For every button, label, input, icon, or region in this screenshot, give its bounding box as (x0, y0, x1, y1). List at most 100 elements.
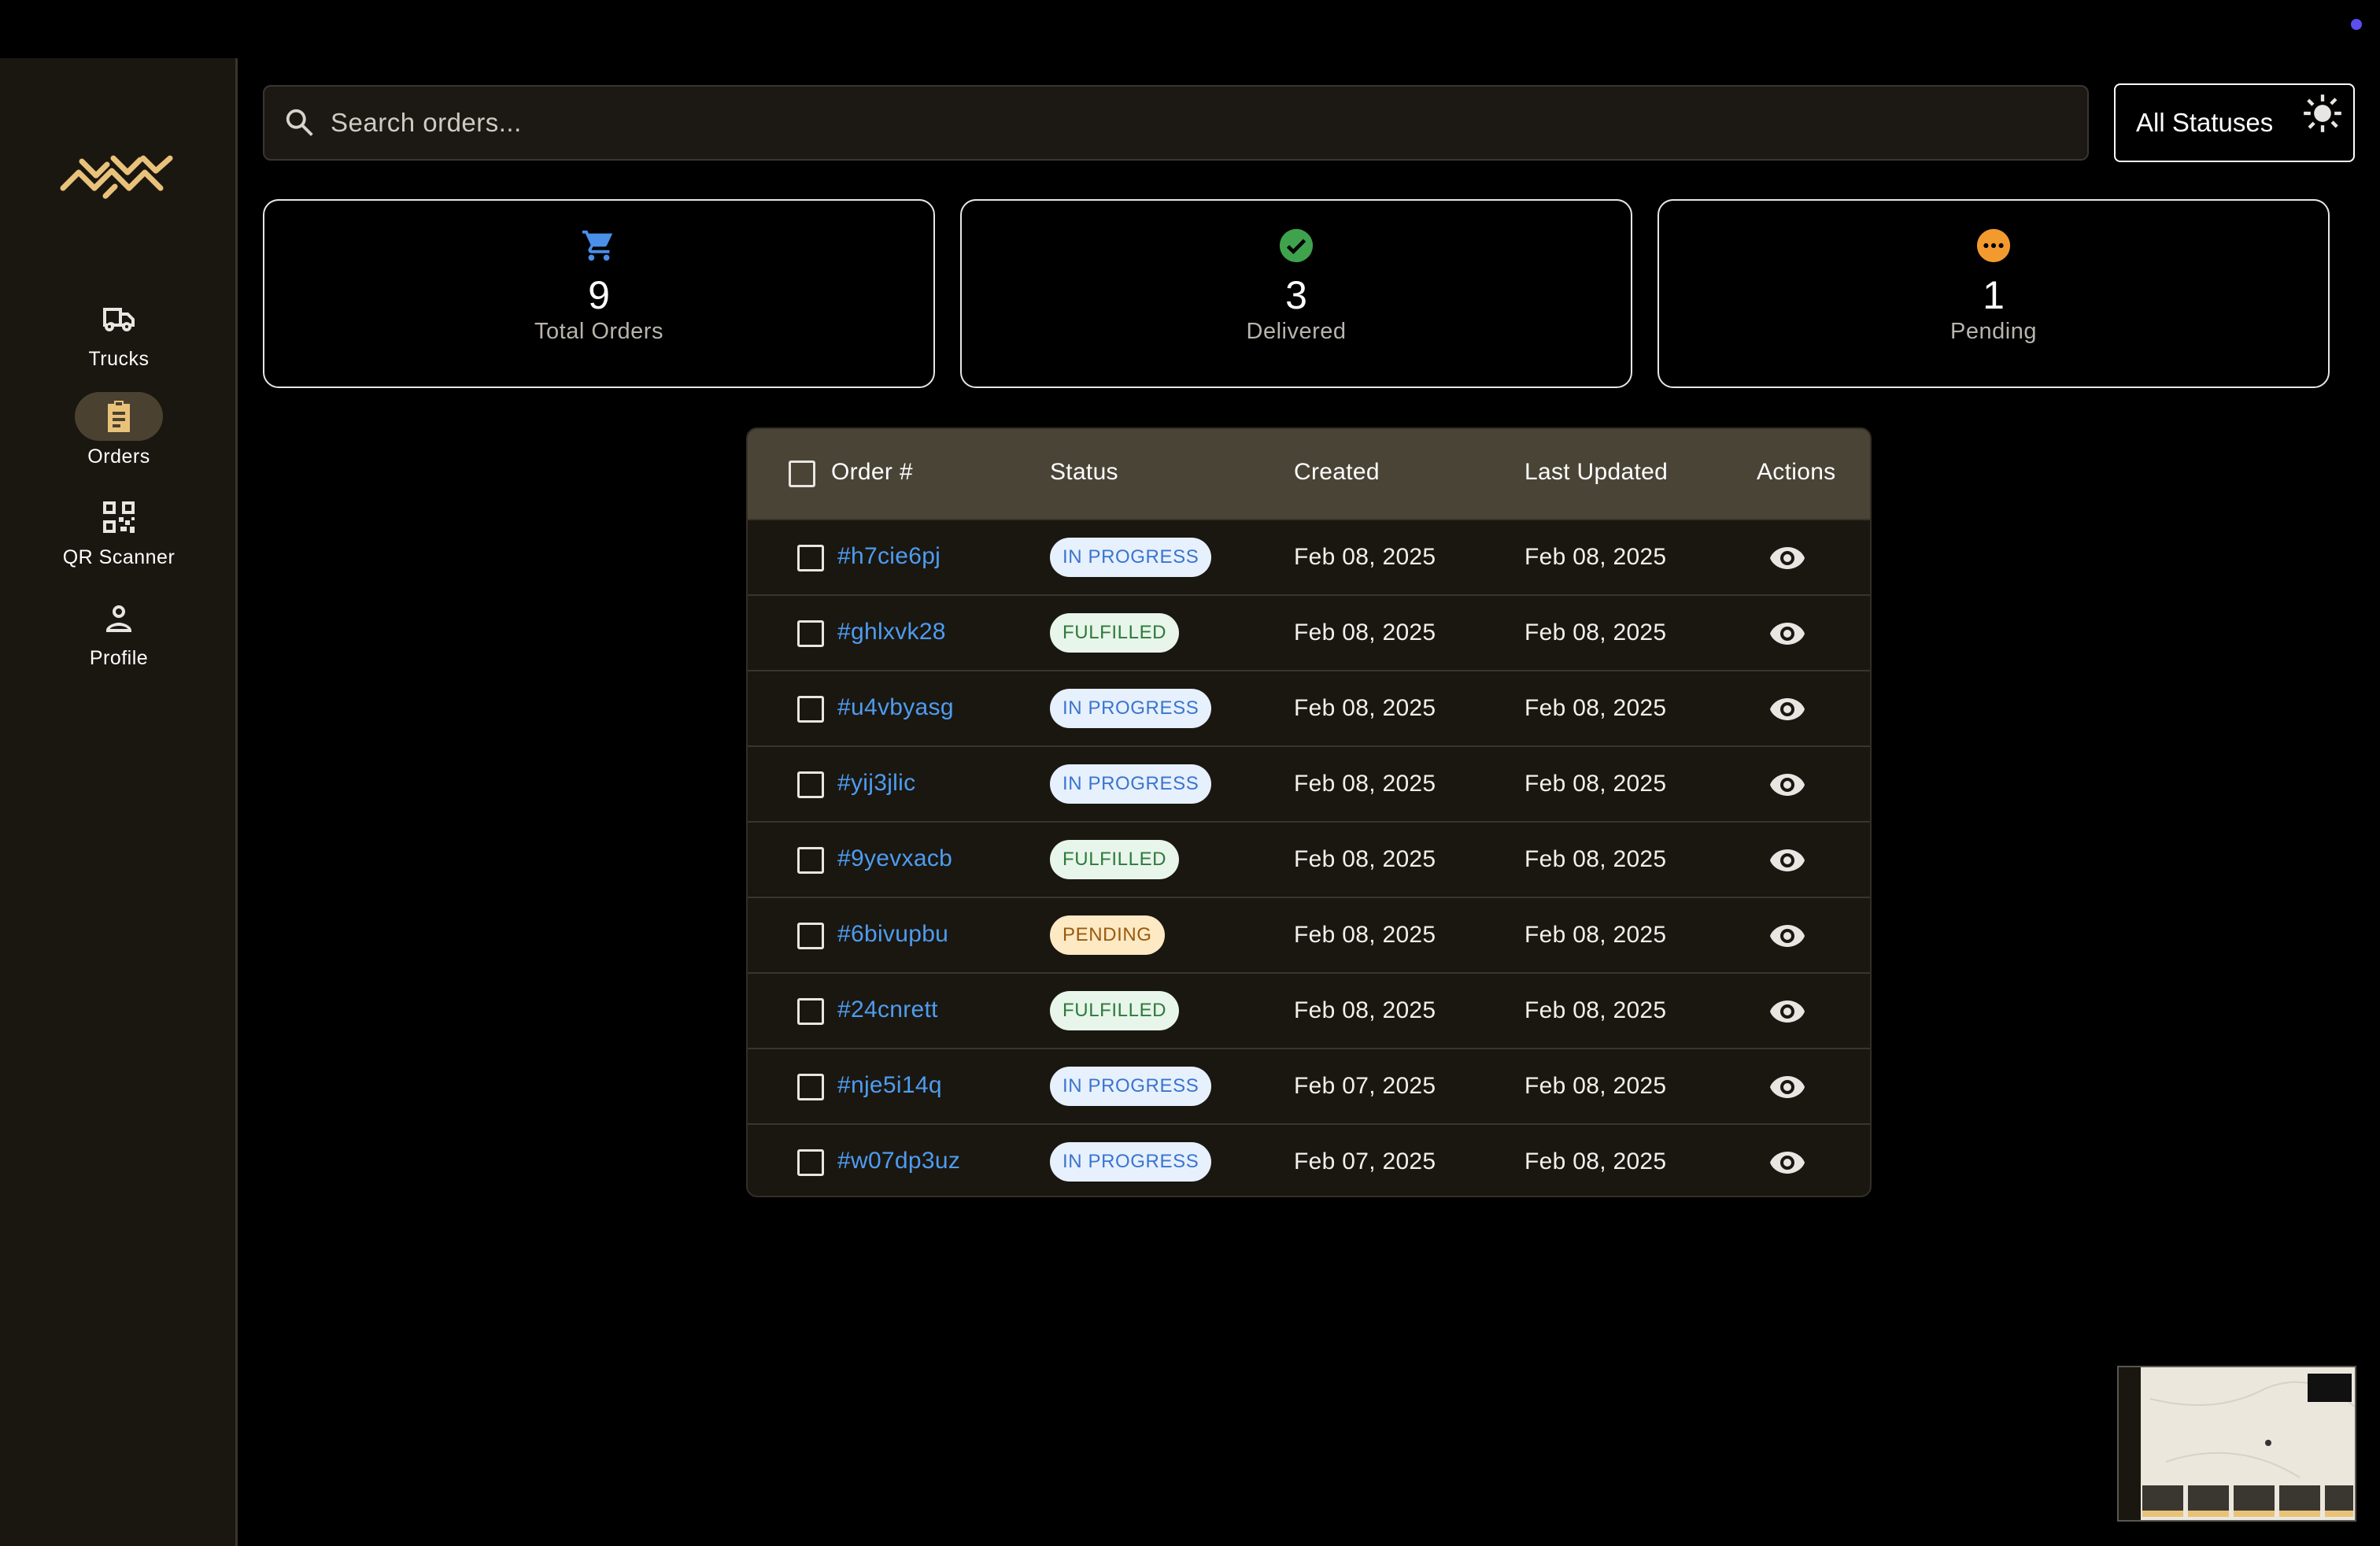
order-id-link[interactable]: #h7cie6pj (837, 543, 941, 570)
created-date: Feb 07, 2025 (1294, 1073, 1436, 1099)
stat-label: Delivered (1246, 319, 1347, 344)
sidebar: Trucks Orders QR Scanner Profile (0, 58, 238, 1546)
row-checkbox[interactable] (797, 998, 824, 1025)
status-badge: IN PROGRESS (1050, 1067, 1212, 1106)
updated-date: Feb 08, 2025 (1524, 620, 1667, 645)
created-date: Feb 08, 2025 (1294, 620, 1436, 645)
stat-card-pending: 1 Pending (1658, 199, 2330, 388)
order-id-link[interactable]: #6bivupbu (837, 921, 948, 948)
table-row[interactable]: #ghlxvk28 FULFILLED Feb 08, 2025 Feb 08, 20… (748, 594, 1870, 670)
sidebar-item-orders[interactable]: Orders (0, 392, 238, 479)
order-id-link[interactable]: #u4vbyasg (837, 694, 954, 721)
row-checkbox[interactable] (797, 620, 824, 647)
eye-icon[interactable] (1768, 769, 1806, 801)
table-row[interactable]: #nje5i14q IN PROGRESS Feb 07, 2025 Feb 08, … (748, 1048, 1870, 1123)
sidebar-item-qr-scanner[interactable]: QR Scanner (0, 493, 238, 579)
qr-code-icon (103, 501, 135, 533)
sun-icon[interactable] (2302, 93, 2343, 134)
order-id-link[interactable]: #w07dp3uz (837, 1148, 960, 1174)
eye-icon[interactable] (1768, 996, 1806, 1027)
row-checkbox[interactable] (797, 771, 824, 798)
updated-date: Feb 08, 2025 (1524, 1073, 1667, 1099)
status-badge: IN PROGRESS (1050, 1142, 1212, 1182)
brand-logo (60, 155, 173, 199)
table-row[interactable]: #24cnrett FULFILLED Feb 08, 2025 Feb 08, 20… (748, 972, 1870, 1048)
order-id-link[interactable]: #24cnrett (837, 997, 938, 1023)
search-input[interactable] (329, 107, 2060, 139)
sidebar-item-profile[interactable]: Profile (0, 594, 238, 680)
eye-icon[interactable] (1768, 1147, 1806, 1178)
updated-date: Feb 08, 2025 (1524, 997, 1667, 1023)
stat-value: 1 (1983, 273, 2005, 317)
column-header-last-updated[interactable]: Last Updated (1524, 459, 1668, 486)
truck-icon (103, 308, 135, 331)
sidebar-item-label: QR Scanner (62, 546, 176, 568)
row-checkbox[interactable] (797, 1074, 824, 1100)
clipboard-icon (108, 401, 130, 432)
sidebar-item-label: Profile (89, 647, 149, 669)
order-id-link[interactable]: #yij3jlic (837, 770, 915, 797)
created-date: Feb 08, 2025 (1294, 846, 1436, 872)
eye-icon[interactable] (1768, 1071, 1806, 1103)
status-badge: IN PROGRESS (1050, 538, 1212, 577)
stat-value: 3 (1285, 273, 1307, 317)
table-row[interactable]: #9yevxacb FULFILLED Feb 08, 2025 Feb 08, 20… (748, 821, 1870, 897)
minimap-thumbnail[interactable] (2117, 1366, 2356, 1522)
updated-date: Feb 08, 2025 (1524, 922, 1667, 948)
stat-value: 9 (588, 273, 610, 317)
row-checkbox[interactable] (797, 847, 824, 874)
row-checkbox[interactable] (797, 696, 824, 723)
table-row[interactable]: #6bivupbu PENDING Feb 08, 2025 Feb 08, 2025 (748, 897, 1870, 972)
row-checkbox[interactable] (797, 923, 824, 949)
sidebar-item-label: Orders (87, 446, 150, 468)
check-circle-icon (1279, 228, 1314, 263)
nav-icon-container-active (75, 392, 163, 441)
orders-table: Order # Status Created Last Updated Acti… (746, 427, 1872, 1197)
stat-card-delivered: 3 Delivered (960, 199, 1632, 388)
column-header-created[interactable]: Created (1294, 459, 1380, 486)
table-row[interactable]: #h7cie6pj IN PROGRESS Feb 08, 2025 Feb 08, … (748, 519, 1870, 594)
status-badge: FULFILLED (1050, 613, 1180, 653)
table-row[interactable]: #w07dp3uz IN PROGRESS Feb 07, 2025 Feb 08, … (748, 1123, 1870, 1196)
updated-date: Feb 08, 2025 (1524, 695, 1667, 721)
nav-icon-container (75, 493, 163, 542)
cart-icon (582, 230, 613, 261)
order-id-link[interactable]: #nje5i14q (837, 1072, 942, 1099)
updated-date: Feb 08, 2025 (1524, 1148, 1667, 1174)
stat-label: Total Orders (534, 319, 663, 344)
updated-date: Feb 08, 2025 (1524, 544, 1667, 570)
table-row[interactable]: #u4vbyasg IN PROGRESS Feb 08, 2025 Feb 08, … (748, 670, 1870, 745)
notification-dot (2351, 19, 2362, 30)
created-date: Feb 08, 2025 (1294, 997, 1436, 1023)
status-badge: PENDING (1050, 915, 1165, 955)
eye-icon[interactable] (1768, 618, 1806, 649)
stat-label: Pending (1950, 319, 2037, 344)
person-icon (106, 605, 131, 632)
table-header: Order # Status Created Last Updated Acti… (748, 429, 1870, 519)
column-header-order[interactable]: Order # (831, 459, 913, 486)
eye-icon[interactable] (1768, 920, 1806, 952)
sidebar-item-label: Trucks (88, 348, 150, 370)
more-circle-icon (1976, 228, 2011, 263)
search-bar[interactable] (263, 85, 2089, 161)
table-row[interactable]: #yij3jlic IN PROGRESS Feb 08, 2025 Feb 08, … (748, 745, 1870, 821)
status-filter-value: All Statuses (2136, 108, 2274, 137)
order-id-link[interactable]: #ghlxvk28 (837, 619, 946, 645)
row-checkbox[interactable] (797, 1149, 824, 1176)
row-checkbox[interactable] (797, 545, 824, 571)
nav-icon-container (75, 594, 163, 642)
sidebar-item-trucks[interactable]: Trucks (0, 294, 238, 381)
eye-icon[interactable] (1768, 845, 1806, 876)
status-badge: IN PROGRESS (1050, 764, 1212, 804)
select-all-checkbox[interactable] (789, 460, 815, 487)
eye-icon[interactable] (1768, 693, 1806, 725)
created-date: Feb 08, 2025 (1294, 922, 1436, 948)
column-header-status[interactable]: Status (1050, 459, 1118, 486)
status-badge: FULFILLED (1050, 840, 1180, 879)
created-date: Feb 07, 2025 (1294, 1148, 1436, 1174)
order-id-link[interactable]: #9yevxacb (837, 845, 952, 872)
created-date: Feb 08, 2025 (1294, 695, 1436, 721)
status-badge: FULFILLED (1050, 991, 1180, 1030)
created-date: Feb 08, 2025 (1294, 544, 1436, 570)
eye-icon[interactable] (1768, 542, 1806, 574)
